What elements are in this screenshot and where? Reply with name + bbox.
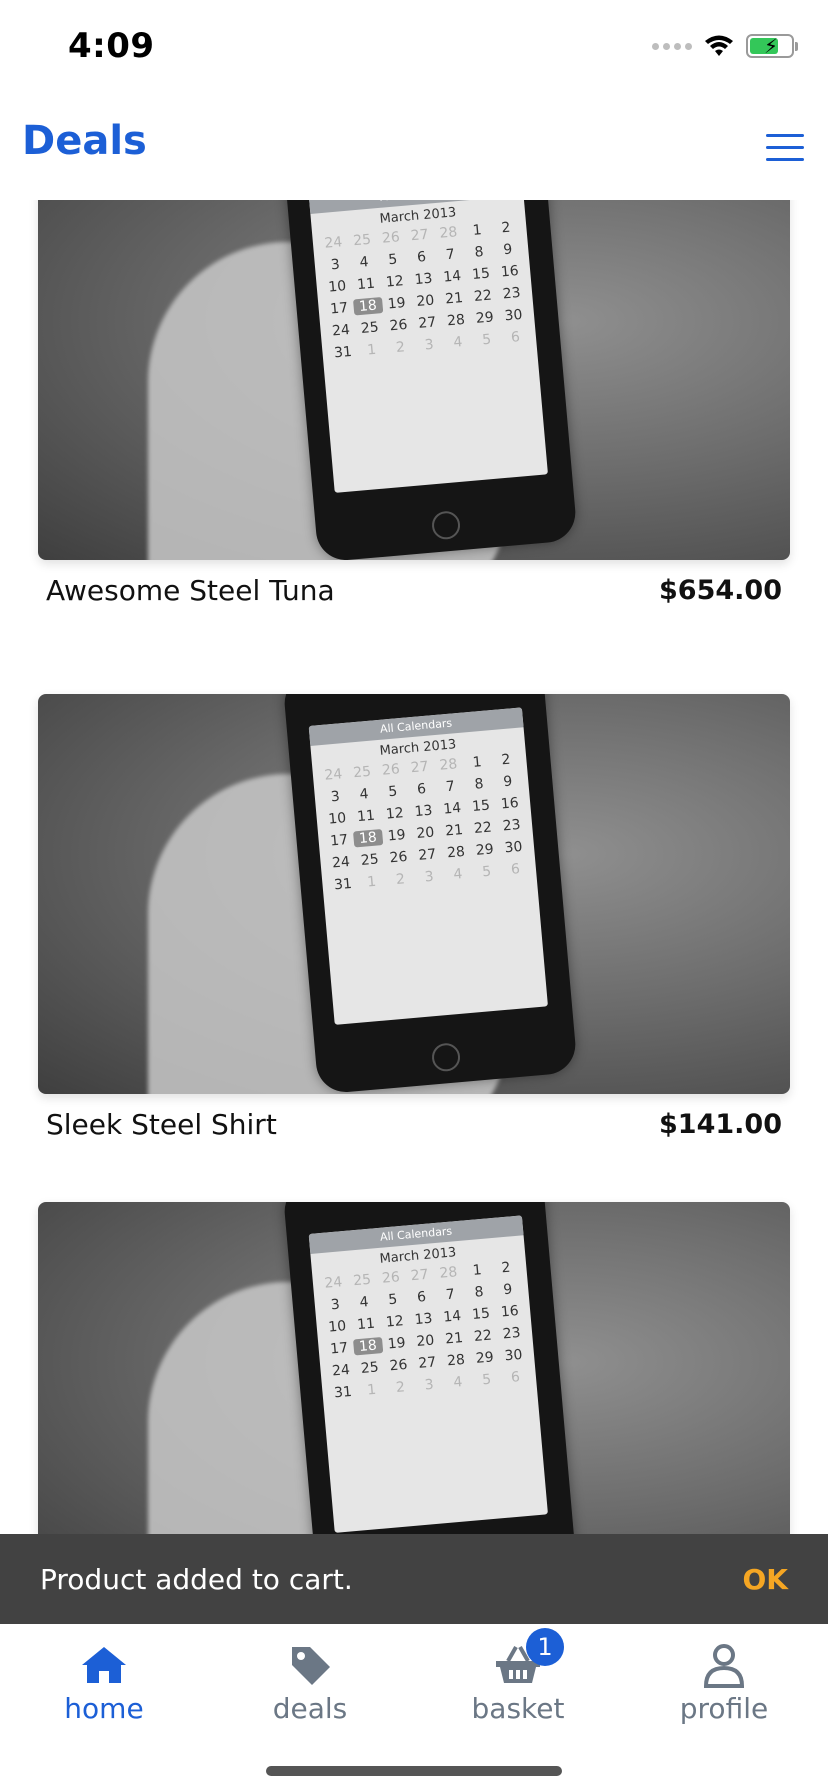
nav-label-profile: profile <box>679 1692 769 1725</box>
page-title: Deals <box>22 118 147 164</box>
deal-image[interactable]: All Calendars March 2013 242526272812 34… <box>38 200 790 560</box>
status-time: 4:09 <box>68 26 155 66</box>
tag-icon <box>292 1647 330 1685</box>
deal-card[interactable]: All Calendars March 2013 242526272812 34… <box>38 694 790 1141</box>
signal-icon <box>652 42 692 50</box>
basket-count-badge: 1 <box>526 1628 564 1666</box>
deal-name: Sleek Steel Shirt <box>46 1108 277 1141</box>
deal-image[interactable]: All Calendars March 2013 242526272812 34… <box>38 694 790 1094</box>
nav-label-basket: basket <box>471 1692 565 1725</box>
snackbar: Product added to cart. OK <box>0 1534 828 1624</box>
home-indicator[interactable] <box>266 1766 562 1776</box>
deal-name: Awesome Steel Tuna <box>46 574 335 607</box>
deal-price: $141.00 <box>659 1109 782 1140</box>
nav-label-deals: deals <box>272 1692 348 1725</box>
app-header: Deals <box>0 96 828 200</box>
battery-icon: ⚡ <box>746 34 798 58</box>
snackbar-message: Product added to cart. <box>40 1562 353 1596</box>
home-icon <box>82 1647 126 1683</box>
wifi-icon <box>705 35 733 56</box>
nav-item-profile[interactable]: profile <box>644 1640 804 1725</box>
snackbar-ok-button[interactable]: OK <box>743 1563 789 1596</box>
user-icon <box>703 1644 745 1688</box>
nav-label-home: home <box>64 1692 144 1725</box>
nav-item-home[interactable]: home <box>24 1640 184 1725</box>
deal-card[interactable]: All Calendars March 2013 242526272812 34… <box>38 200 790 607</box>
hamburger-menu-icon[interactable] <box>766 134 804 162</box>
status-bar: 4:09 ⚡ <box>0 0 828 96</box>
nav-item-basket[interactable]: 1 basket <box>438 1628 598 1725</box>
nav-item-deals[interactable]: deals <box>230 1640 390 1725</box>
status-icons: ⚡ <box>652 34 798 58</box>
deal-price: $654.00 <box>659 575 782 606</box>
deals-list[interactable]: All Calendars March 2013 242526272812 34… <box>0 200 828 1624</box>
